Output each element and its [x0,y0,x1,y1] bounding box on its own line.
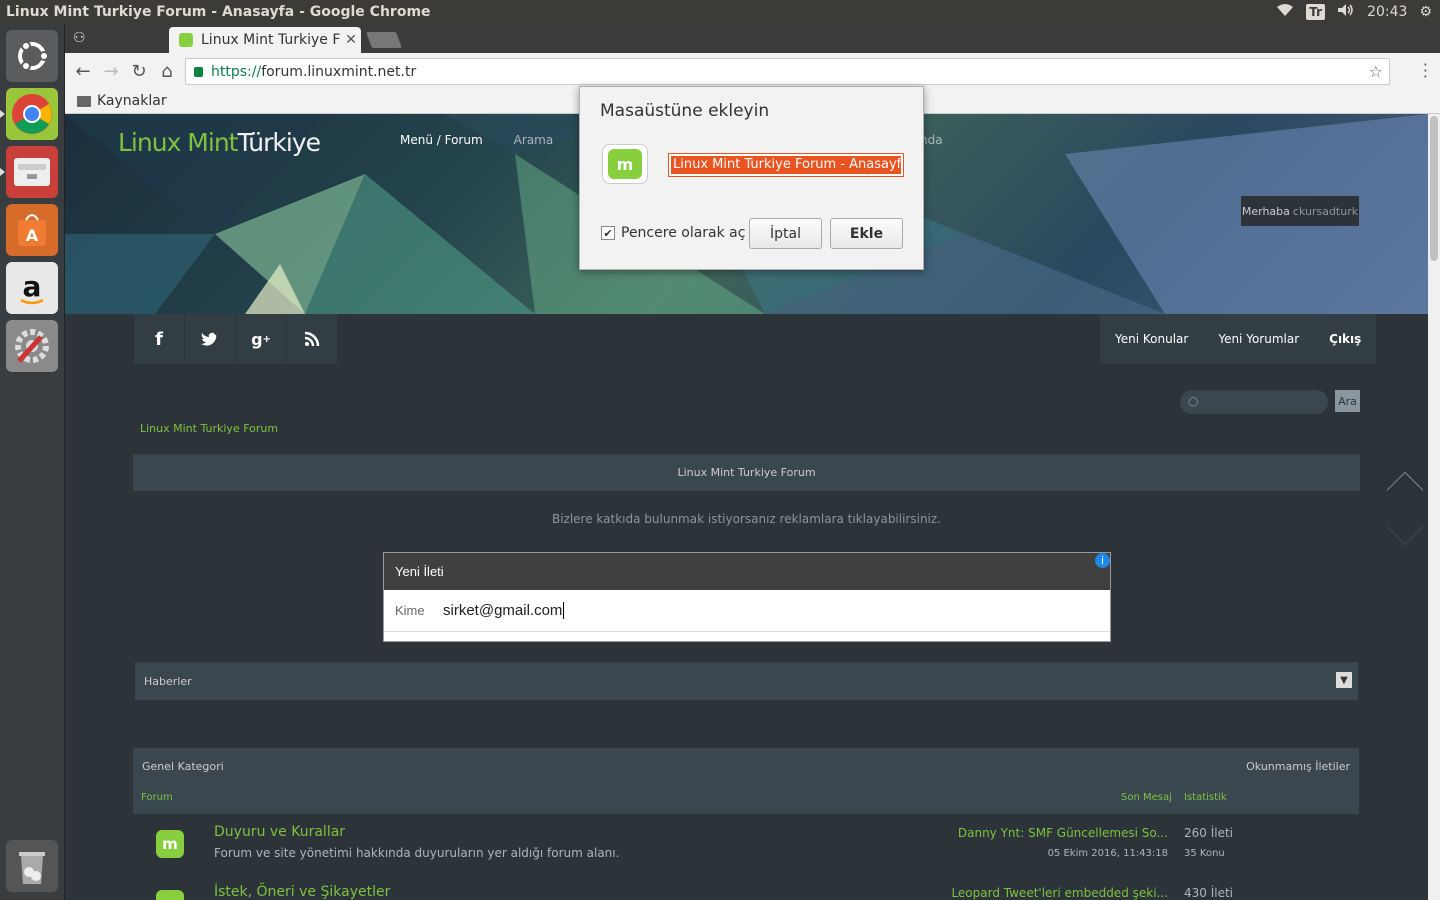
ubuntu-dash-icon[interactable] [6,30,58,82]
twitter-icon[interactable] [185,314,236,364]
window-title: Linux Mint Turkiye Forum - Anasayfa - Go… [6,4,431,20]
nav-new-topics[interactable]: Yeni Konular [1100,332,1203,346]
page-scrollbar[interactable] [1428,114,1440,900]
volume-icon[interactable] [1337,3,1355,21]
cancel-button[interactable]: İptal [749,218,822,249]
scroll-down-arrow-icon[interactable] [1386,508,1424,546]
shortcut-name-value: Linux Mint Turkiye Forum - Anasayfa [671,156,901,174]
greeting-box[interactable]: Merhaba ckursadturk [1241,196,1359,226]
clock[interactable]: 20:43 [1367,4,1407,20]
browser-tab-strip: ⚇ Linux Mint Turkiye F ✕ [65,24,1440,53]
unread-posts-link[interactable]: Okunmamış İletiler [1246,760,1350,773]
facebook-icon[interactable]: f [134,314,185,364]
software-center-icon[interactable]: A [6,204,58,256]
ad-to-value: sirket@gmail.com [443,602,565,619]
home-icon[interactable]: ⌂ [153,61,181,82]
forum-search-input[interactable]: ○ [1180,390,1328,414]
site-logo[interactable]: Linux MintTürkiye [118,128,321,157]
url-scheme: https:// [211,63,262,80]
reload-icon[interactable]: ↻ [125,61,153,82]
chrome-icon[interactable] [0,88,58,140]
ad-to-label: Kime [395,603,425,618]
search-button[interactable]: Ara [1335,390,1360,412]
shortcut-name-input[interactable]: Linux Mint Turkiye Forum - Anasayfa [668,153,904,177]
open-as-window-checkbox[interactable]: ✔ [601,226,615,240]
category-header: Genel Kategori Okunmamış İletiler Forum … [133,748,1359,814]
system-settings-icon[interactable] [6,320,58,372]
mint-board-icon: m [156,890,184,900]
board-name[interactable]: İstek, Öneri ve Şikayetler [214,884,390,900]
board-title-strip: Linux Mint Turkiye Forum [133,454,1360,491]
last-post-date: 05 Ekim 2016, 11:43:18 [1047,848,1168,859]
incognito-icon: ⚇ [73,30,86,46]
tab-close-icon[interactable]: ✕ [341,32,361,48]
site-top-nav: Menü / Forum Arama P [400,133,591,147]
rss-icon[interactable] [287,314,338,364]
wifi-icon[interactable] [1276,3,1294,21]
tab-title: Linux Mint Turkiye F [201,32,341,48]
post-count: 430 İleti [1184,886,1234,900]
open-as-window-label[interactable]: Pencere olarak aç [621,225,745,241]
unity-launcher: A a [0,24,65,900]
forum-row: m Duyuru ve Kurallar Forum ve site yönet… [133,814,1359,874]
system-tray: Tr 20:43 ⚙ [1276,3,1440,21]
collapse-chevron-icon[interactable]: ▼ [1336,672,1352,688]
app-icon: m [602,144,648,184]
news-bar: Haberler ▼ [135,662,1358,700]
topic-count: 35 Konu [1184,848,1225,859]
mint-favicon-icon [179,33,193,47]
system-gear-icon[interactable]: ⚙ [1419,4,1432,20]
mint-board-icon: m [156,830,184,858]
new-tab-button[interactable] [366,32,402,48]
chrome-menu-icon[interactable]: · · · [1423,57,1428,85]
ad-header: Yeni İleti [384,553,1110,590]
bookmark-star-icon[interactable]: ☆ [1369,62,1383,81]
right-nav: Yeni Konular Yeni Yorumlar Çıkış [1100,314,1377,364]
col-last-post: Son Mesaj [1121,792,1172,803]
news-title: Haberler [144,674,192,688]
nav-search[interactable]: Arama [514,133,554,147]
folder-icon [77,95,91,107]
dialog-title: Masaüstüne ekleyin [600,101,770,121]
forum-row: m İstek, Öneri ve Şikayetler Leopard Twe… [133,874,1359,900]
add-to-desktop-dialog: Masaüstüne ekleyin m Linux Mint Turkiye … [579,86,924,270]
mint-logo-icon: m [608,149,642,179]
ad-info-icon[interactable]: i [1095,553,1110,568]
amazon-icon[interactable]: a [6,262,58,314]
last-post-link[interactable]: Leopard Tweet'leri embedded şeki... [951,886,1168,900]
col-stats: Istatistik [1184,792,1227,803]
ad-notice: Bizlere katkıda bulunmak istiyorsanız re… [551,512,942,526]
system-top-bar: Linux Mint Turkiye Forum - Anasayfa - Go… [0,0,1440,24]
svg-text:a: a [23,270,42,303]
board-name[interactable]: Duyuru ve Kurallar [214,824,345,840]
google-plus-icon[interactable]: g + [236,314,287,364]
nav-menu-forum[interactable]: Menü / Forum [400,133,483,147]
url-host: forum.linuxmint.net.tr [261,63,417,80]
nav-new-replies[interactable]: Yeni Yorumlar [1203,332,1314,346]
nav-logout[interactable]: Çıkış [1314,332,1376,346]
post-count: 260 İleti [1184,826,1234,840]
back-arrow-icon[interactable]: ← [69,61,97,82]
address-bar[interactable]: https:// forum.linuxmint.net.tr ☆ [185,58,1390,85]
svg-text:A: A [26,226,39,245]
board-description: Forum ve site yönetimi hakkında duyurula… [214,846,620,860]
keyboard-layout-indicator[interactable]: Tr [1306,4,1326,20]
category-title[interactable]: Genel Kategori [142,760,224,773]
scroll-up-arrow-icon[interactable] [1386,471,1424,509]
add-button[interactable]: Ekle [830,218,903,249]
lock-icon [194,66,203,77]
search-icon: ○ [1188,394,1199,408]
forward-arrow-icon[interactable]: → [97,61,125,82]
last-post-link[interactable]: Danny Ynt: SMF Güncellemesi So... [958,826,1168,840]
ad-to-row: Kime sirket@gmail.com [384,590,1110,632]
ad-banner[interactable]: Yeni İleti Kime sirket@gmail.com i [383,552,1111,642]
bookmark-folder[interactable]: Kaynaklar [97,93,167,109]
col-forum: Forum [141,792,173,803]
scrollbar-thumb[interactable] [1430,116,1438,261]
browser-tab[interactable]: Linux Mint Turkiye F ✕ [169,27,361,53]
files-icon[interactable] [0,146,58,198]
browser-toolbar: ← → ↻ ⌂ https:// forum.linuxmint.net.tr … [65,53,1440,89]
trash-icon[interactable] [6,840,58,892]
breadcrumb[interactable]: Linux Mint Turkiye Forum [140,422,278,435]
